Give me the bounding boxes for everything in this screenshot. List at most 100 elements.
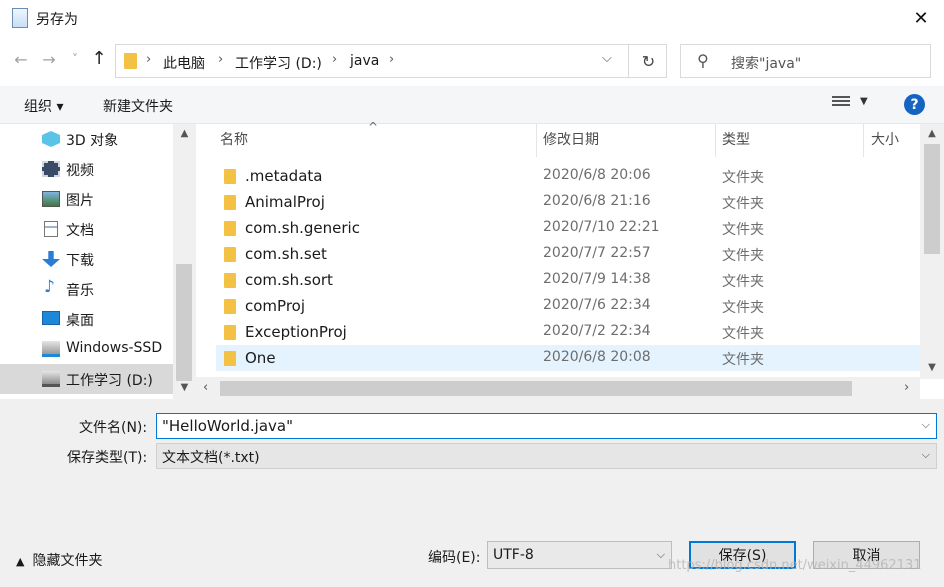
scroll-right-icon[interactable]: › (904, 380, 909, 395)
file-type: 文件夹 (722, 274, 764, 290)
folder-icon (124, 53, 137, 69)
table-row[interactable]: .metadata 2020/6/8 20:06 文件夹 (216, 163, 921, 189)
organize-menu-button[interactable]: 组织 ▾ (24, 96, 63, 116)
up-button[interactable]: ↑ (88, 48, 110, 69)
address-bar[interactable]: › 此电脑 › 工作学习 (D:) › java › ⌵ ↻ (115, 44, 667, 78)
scroll-left-icon[interactable]: ‹ (203, 380, 208, 395)
scroll-down-icon[interactable]: ▼ (173, 382, 196, 393)
chevron-right-icon: › (332, 52, 338, 67)
toolbar: 组织 ▾ 新建文件夹 ▼ ? (0, 86, 944, 124)
desktop-icon (42, 311, 60, 325)
folder-icon (224, 247, 236, 262)
scrollbar-thumb[interactable] (220, 381, 852, 396)
back-button[interactable]: ← (10, 50, 32, 69)
forward-button[interactable]: → (38, 50, 60, 69)
sidebar-scrollbar[interactable]: ▲ ▼ (173, 124, 196, 399)
column-header-name[interactable]: 名称 (220, 124, 248, 157)
file-modified: 2020/6/8 20:06 (543, 167, 651, 183)
chevron-down-icon[interactable]: ⌵ (602, 51, 612, 66)
search-input[interactable]: 搜索"java" (731, 53, 801, 73)
column-divider[interactable] (863, 124, 864, 157)
table-row[interactable]: One 2020/6/8 20:08 文件夹 (216, 345, 921, 371)
file-name: ExceptionProj (245, 323, 347, 341)
column-divider[interactable] (715, 124, 716, 157)
chevron-right-icon: › (218, 52, 224, 67)
help-button[interactable]: ? (904, 94, 925, 115)
file-name: One (245, 349, 276, 367)
file-list: ^ 名称 修改日期 类型 大小 .metadata 2020/6/8 20:06… (196, 120, 944, 399)
view-options-icon[interactable] (832, 96, 850, 110)
file-name: com.sh.set (245, 245, 327, 263)
scroll-down-icon[interactable]: ▼ (920, 362, 944, 373)
sidebar-item-drive-d[interactable]: 工作学习 (D:) (0, 364, 173, 394)
folder-icon (224, 221, 236, 236)
column-header-modified[interactable]: 修改日期 (543, 124, 599, 157)
scroll-up-icon[interactable]: ▲ (920, 128, 944, 139)
chevron-right-icon: › (389, 52, 395, 67)
file-modified: 2020/6/8 21:16 (543, 193, 651, 209)
table-row[interactable]: AnimalProj 2020/6/8 21:16 文件夹 (216, 189, 921, 215)
new-folder-button[interactable]: 新建文件夹 (103, 96, 173, 116)
file-name: AnimalProj (245, 193, 325, 211)
sidebar-item-label: 下载 (66, 253, 94, 269)
sidebar-item-music[interactable]: ♪ 音乐 (0, 274, 173, 304)
hide-folders-toggle[interactable]: ▲ 隐藏文件夹 (16, 550, 102, 570)
sidebar-item-videos[interactable]: 视频 (0, 154, 173, 184)
scrollbar-thumb[interactable] (924, 144, 940, 254)
cube-3d-icon (42, 131, 60, 147)
column-header-size[interactable]: 大小 (871, 124, 899, 157)
encoding-select[interactable]: UTF-8 ⌵ (487, 541, 672, 569)
download-arrow-icon (42, 251, 60, 267)
search-icon: ⚲ (697, 51, 709, 70)
chevron-down-icon[interactable]: ⌵ (922, 448, 930, 462)
breadcrumb-drive-d[interactable]: 工作学习 (D:) (235, 53, 322, 73)
file-type: 文件夹 (722, 326, 764, 342)
table-row[interactable]: com.sh.sort 2020/7/9 14:38 文件夹 (216, 267, 921, 293)
recent-locations-button[interactable]: ˅ (64, 52, 86, 66)
close-button[interactable]: ✕ (898, 0, 944, 36)
filetype-value: 文本文档(*.txt) (162, 450, 260, 466)
chevron-down-icon[interactable]: ⌵ (657, 548, 665, 562)
table-row[interactable]: comProj 2020/7/6 22:34 文件夹 (216, 293, 921, 319)
watermark: https://blog.csdn.net/weixin_44962131 (668, 558, 922, 573)
filename-value[interactable]: "HelloWorld.java" (162, 417, 293, 435)
save-options-panel: 文件名(N): "HelloWorld.java" ⌵ 保存类型(T): 文本文… (0, 399, 944, 587)
breadcrumb-this-pc[interactable]: 此电脑 (163, 53, 205, 73)
column-divider[interactable] (536, 124, 537, 157)
file-name: com.sh.sort (245, 271, 333, 289)
filename-field[interactable]: "HelloWorld.java" ⌵ (156, 413, 937, 439)
scrollbar-thumb[interactable] (176, 264, 192, 381)
file-list-horizontal-scrollbar[interactable]: ‹ › (196, 377, 920, 399)
video-icon (42, 161, 60, 177)
table-row[interactable]: com.sh.generic 2020/7/10 22:21 文件夹 (216, 215, 921, 241)
encoding-value: UTF-8 (493, 547, 534, 563)
refresh-button[interactable]: ↻ (628, 45, 668, 77)
chevron-down-icon[interactable]: ⌵ (922, 418, 930, 432)
sidebar-item-label: Windows-SSD (66, 340, 163, 356)
file-list-vertical-scrollbar[interactable]: ▲ ▼ (920, 124, 944, 379)
sidebar-item-downloads[interactable]: 下载 (0, 244, 173, 274)
sidebar-item-documents[interactable]: 文档 (0, 214, 173, 244)
folder-icon (224, 299, 236, 314)
sidebar-item-pictures[interactable]: 图片 (0, 184, 173, 214)
file-modified: 2020/7/2 22:34 (543, 323, 651, 339)
file-name: comProj (245, 297, 305, 315)
chevron-right-icon: › (146, 52, 152, 67)
search-box[interactable]: ⚲ 搜索"java" (680, 44, 931, 78)
table-row[interactable]: com.sh.set 2020/7/7 22:57 文件夹 (216, 241, 921, 267)
hide-folders-label: 隐藏文件夹 (32, 553, 103, 569)
sidebar-item-windows-ssd[interactable]: Windows-SSD (0, 334, 173, 364)
sidebar-item-desktop[interactable]: 桌面 (0, 304, 173, 334)
sidebar-item-3d-objects[interactable]: 3D 对象 (0, 124, 173, 154)
scroll-up-icon[interactable]: ▲ (173, 128, 196, 139)
file-type: 文件夹 (722, 196, 764, 212)
chevron-down-icon[interactable]: ▼ (860, 96, 868, 107)
filetype-select[interactable]: 文本文档(*.txt) ⌵ (156, 443, 937, 469)
file-modified: 2020/7/7 22:57 (543, 245, 651, 261)
table-row[interactable]: ExceptionProj 2020/7/2 22:34 文件夹 (216, 319, 921, 345)
breadcrumb-java[interactable]: java (350, 53, 379, 69)
sort-ascending-icon: ^ (368, 120, 379, 134)
document-icon (44, 221, 58, 237)
encoding-label: 编码(E): (428, 550, 481, 566)
column-header-type[interactable]: 类型 (722, 124, 750, 157)
